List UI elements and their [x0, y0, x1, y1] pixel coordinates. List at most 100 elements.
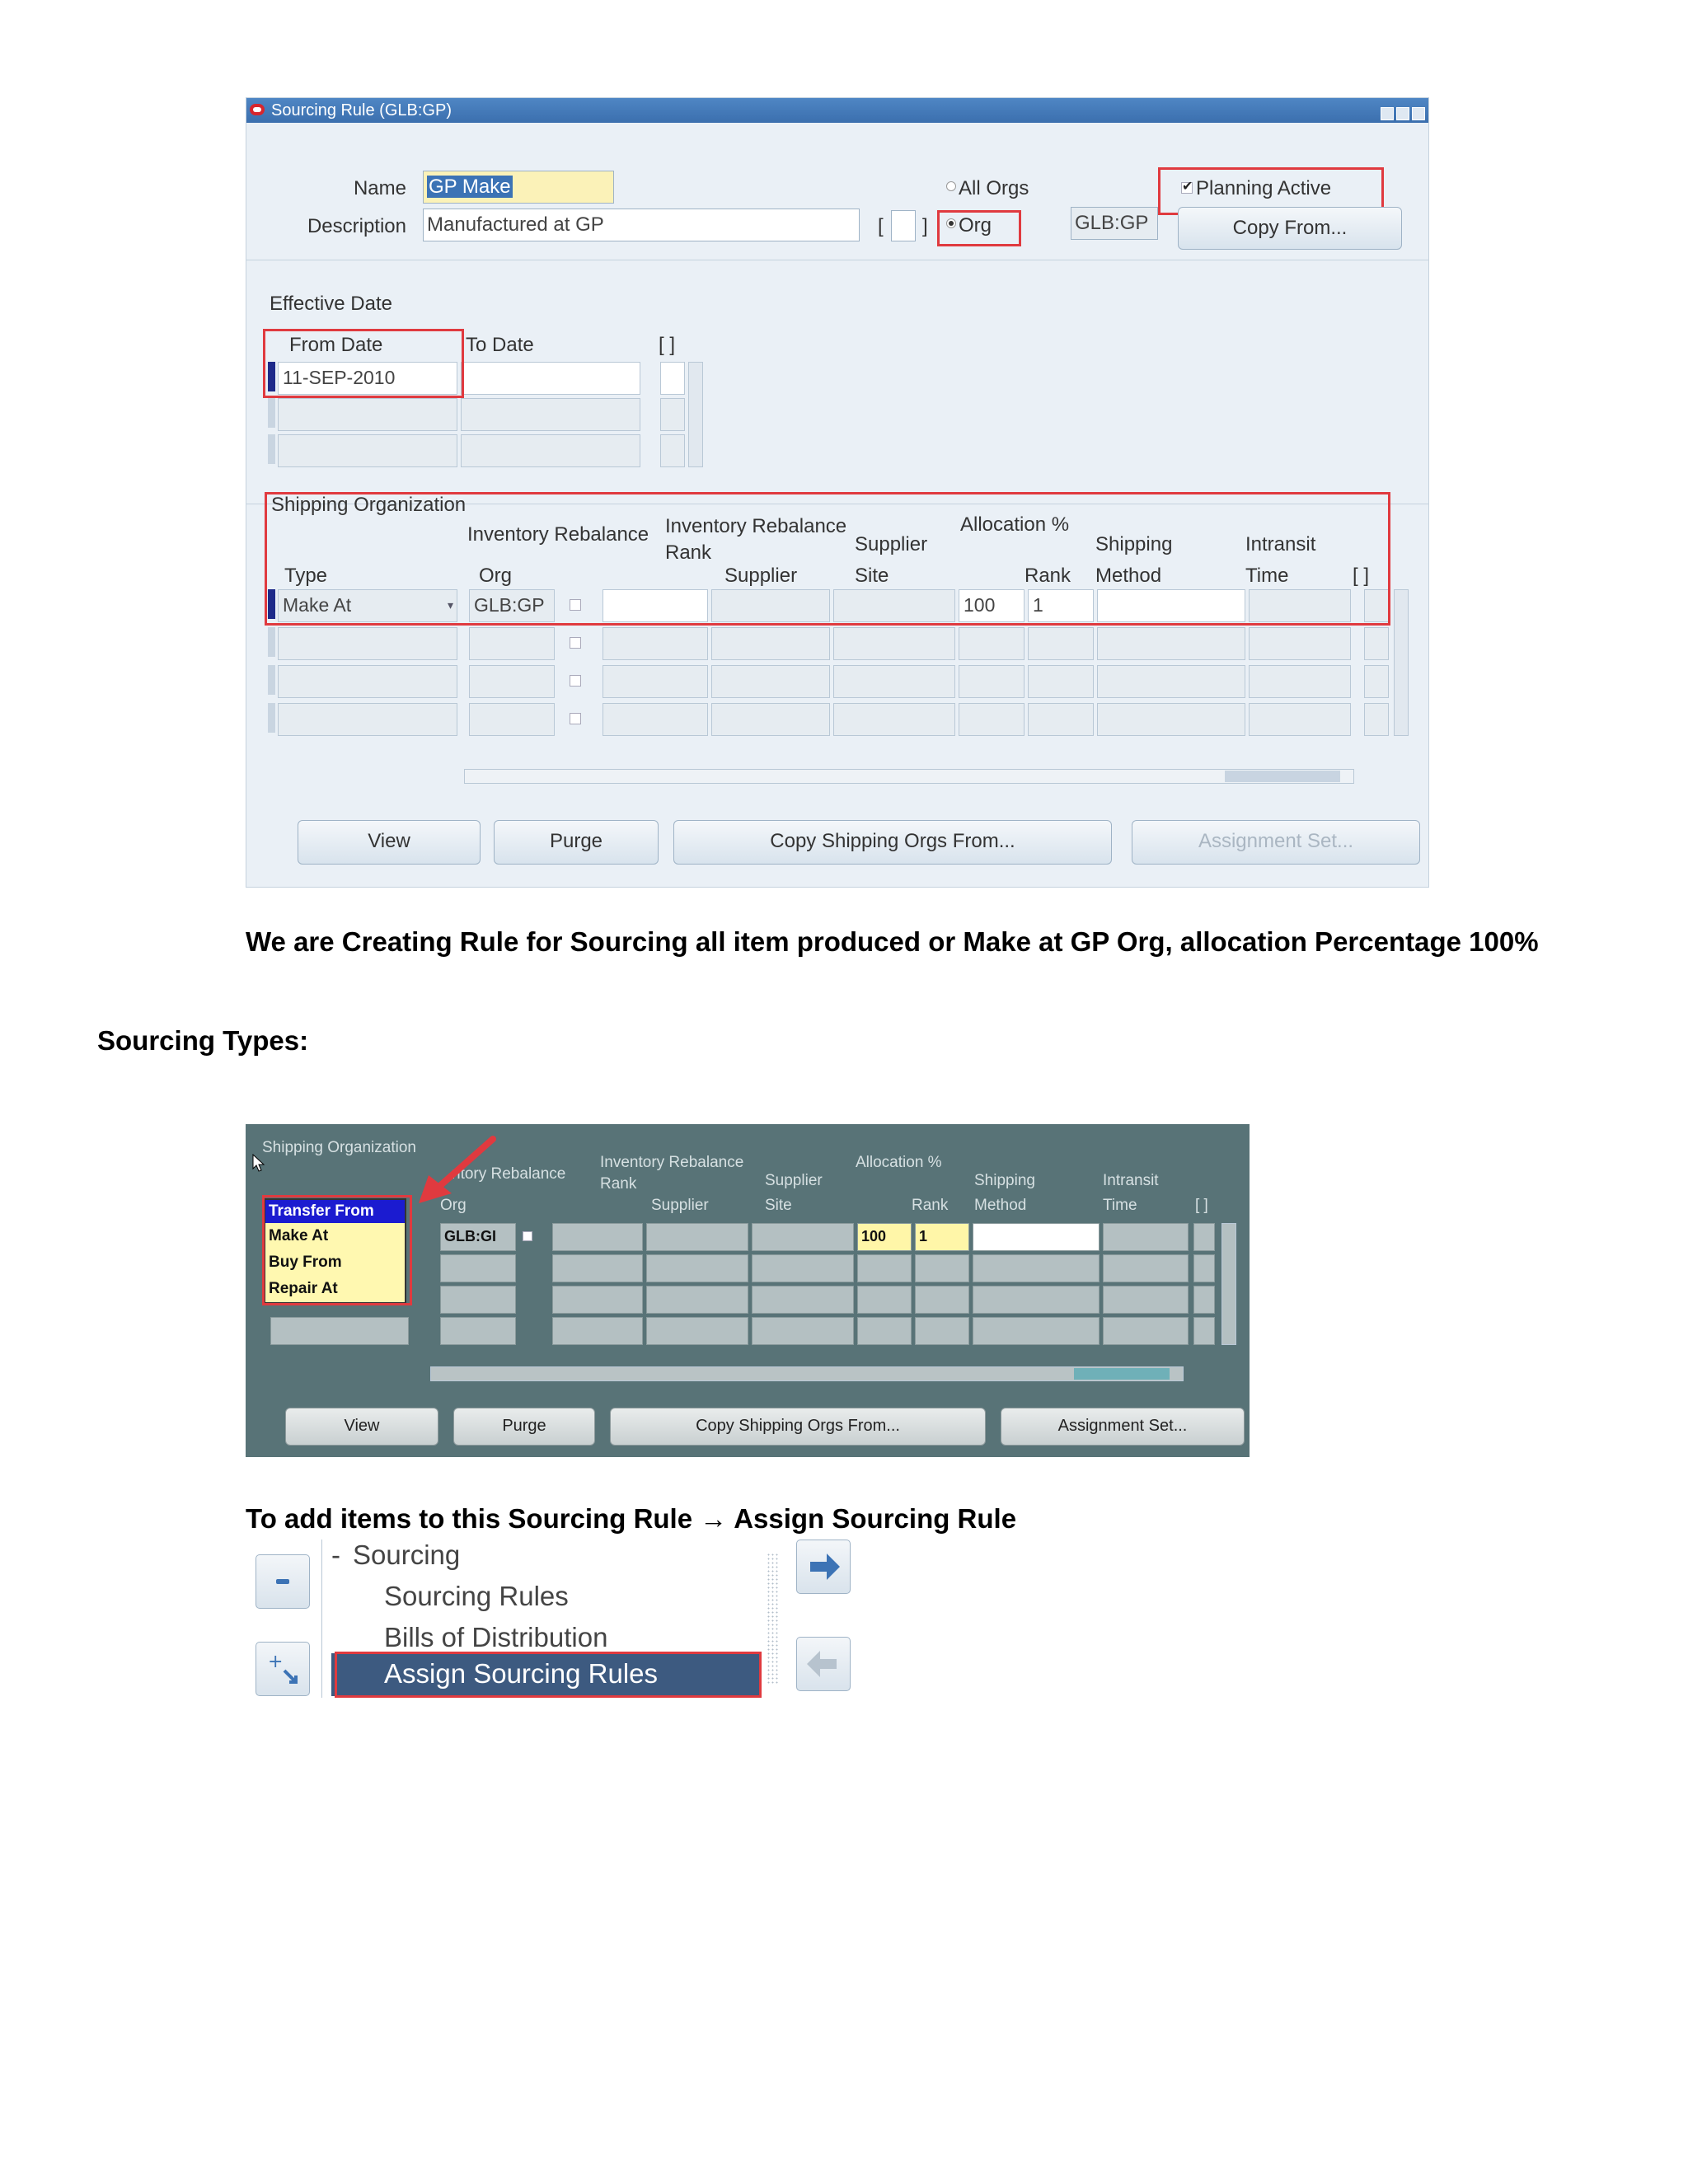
purge-button[interactable]: Purge: [453, 1408, 595, 1446]
open-button[interactable]: [796, 1540, 851, 1594]
inventory-rebalance-checkbox[interactable]: [570, 637, 581, 649]
date-flex-field[interactable]: [660, 362, 685, 395]
collapse-button[interactable]: [256, 1554, 310, 1609]
org-cell[interactable]: [440, 1317, 516, 1345]
flex-cell[interactable]: [1364, 703, 1389, 736]
flex-cell[interactable]: [1193, 1317, 1215, 1345]
rebalance-rank-cell[interactable]: [603, 627, 708, 660]
date-flex-field[interactable]: [660, 398, 685, 431]
rebalance-rank-cell[interactable]: [552, 1317, 643, 1345]
supplier-site-cell[interactable]: [833, 665, 955, 698]
shipping-method-cell[interactable]: [1097, 665, 1245, 698]
to-date-field[interactable]: [461, 362, 640, 395]
supplier-cell[interactable]: [646, 1223, 748, 1251]
description-field[interactable]: Manufactured at GP: [423, 209, 860, 241]
supplier-cell[interactable]: [711, 665, 830, 698]
org-cell[interactable]: [440, 1286, 516, 1314]
type-select[interactable]: [278, 665, 457, 698]
intransit-cell[interactable]: [1103, 1254, 1189, 1282]
shipping-method-cell[interactable]: [973, 1317, 1100, 1345]
inventory-rebalance-checkbox[interactable]: [570, 675, 581, 687]
nav-item-bills-of-distribution[interactable]: Bills of Distribution: [384, 1622, 607, 1653]
nav-item-sourcing[interactable]: Sourcing: [353, 1540, 460, 1571]
from-date-field[interactable]: [278, 434, 457, 467]
rank-cell[interactable]: [915, 1254, 969, 1282]
nav-item-sourcing-rules[interactable]: Sourcing Rules: [384, 1581, 569, 1612]
assignment-set-button[interactable]: Assignment Set...: [1001, 1408, 1245, 1446]
shipping-vertical-scrollbar[interactable]: [1394, 589, 1409, 736]
name-field[interactable]: GP Make: [423, 171, 614, 204]
rebalance-rank-cell[interactable]: [552, 1223, 643, 1251]
rank-cell[interactable]: [1028, 665, 1094, 698]
rank-cell[interactable]: [915, 1317, 969, 1345]
flex-cell[interactable]: [1193, 1286, 1215, 1314]
supplier-site-cell[interactable]: [752, 1317, 854, 1345]
allocation-cell[interactable]: 100: [857, 1223, 912, 1251]
inventory-rebalance-checkbox[interactable]: [523, 1231, 532, 1241]
expand-all-button[interactable]: +: [256, 1642, 310, 1696]
org-cell[interactable]: [440, 1254, 516, 1282]
rank-cell[interactable]: 1: [915, 1223, 969, 1251]
copy-shipping-orgs-button[interactable]: Copy Shipping Orgs From...: [610, 1408, 986, 1446]
supplier-site-cell[interactable]: [752, 1254, 854, 1282]
flex-field[interactable]: [891, 210, 916, 241]
rank-cell[interactable]: [1028, 703, 1094, 736]
allocation-cell[interactable]: [857, 1286, 912, 1314]
vertical-scrollbar[interactable]: [1221, 1223, 1236, 1345]
date-vertical-scrollbar[interactable]: [688, 362, 703, 467]
intransit-cell[interactable]: [1249, 703, 1351, 736]
rebalance-rank-cell[interactable]: [603, 703, 708, 736]
shipping-horizontal-scrollbar[interactable]: [464, 769, 1354, 784]
shipping-method-cell[interactable]: [1097, 627, 1245, 660]
intransit-cell[interactable]: [1103, 1223, 1189, 1251]
flex-cell[interactable]: [1364, 665, 1389, 698]
inventory-rebalance-checkbox[interactable]: [570, 713, 581, 724]
supplier-site-cell[interactable]: [752, 1223, 854, 1251]
from-date-field[interactable]: [278, 398, 457, 431]
supplier-site-cell[interactable]: [833, 627, 955, 660]
flex-cell[interactable]: [1364, 627, 1389, 660]
splitter-handle[interactable]: [767, 1553, 780, 1685]
org-cell[interactable]: [469, 665, 555, 698]
rank-cell[interactable]: [1028, 627, 1094, 660]
type-select[interactable]: [278, 703, 457, 736]
allocation-cell[interactable]: [959, 703, 1025, 736]
supplier-site-cell[interactable]: [752, 1286, 854, 1314]
shipping-method-cell[interactable]: [973, 1286, 1100, 1314]
allocation-cell[interactable]: [959, 665, 1025, 698]
allocation-cell[interactable]: [857, 1317, 912, 1345]
view-button[interactable]: View: [298, 820, 481, 865]
supplier-cell[interactable]: [646, 1317, 748, 1345]
allocation-cell[interactable]: [857, 1254, 912, 1282]
intransit-cell[interactable]: [1103, 1286, 1189, 1314]
purge-button[interactable]: Purge: [494, 820, 659, 865]
org-cell[interactable]: GLB:GI: [440, 1223, 516, 1251]
supplier-cell[interactable]: [646, 1286, 748, 1314]
date-flex-field[interactable]: [660, 434, 685, 467]
allocation-cell[interactable]: [959, 627, 1025, 660]
scroll-thumb[interactable]: [1074, 1368, 1170, 1380]
back-button[interactable]: [796, 1637, 851, 1691]
horizontal-scrollbar[interactable]: [430, 1366, 1184, 1381]
maximize-icon[interactable]: [1396, 107, 1409, 120]
assignment-set-button[interactable]: Assignment Set...: [1132, 820, 1420, 865]
flex-cell[interactable]: [1193, 1254, 1215, 1282]
rebalance-rank-cell[interactable]: [552, 1286, 643, 1314]
view-button[interactable]: View: [285, 1408, 438, 1446]
rebalance-rank-cell[interactable]: [603, 665, 708, 698]
scroll-thumb[interactable]: [1225, 771, 1340, 782]
supplier-cell[interactable]: [711, 627, 830, 660]
minimize-icon[interactable]: [1381, 107, 1394, 120]
intransit-cell[interactable]: [1103, 1317, 1189, 1345]
supplier-cell[interactable]: [711, 703, 830, 736]
copy-shipping-orgs-button[interactable]: Copy Shipping Orgs From...: [673, 820, 1112, 865]
supplier-cell[interactable]: [646, 1254, 748, 1282]
copy-from-button[interactable]: Copy From...: [1178, 207, 1402, 250]
flex-cell[interactable]: [1193, 1223, 1215, 1251]
rebalance-rank-cell[interactable]: [552, 1254, 643, 1282]
to-date-field[interactable]: [461, 434, 640, 467]
all-orgs-radio[interactable]: [946, 181, 956, 191]
org-cell[interactable]: [469, 703, 555, 736]
shipping-method-cell[interactable]: [973, 1254, 1100, 1282]
supplier-site-cell[interactable]: [833, 703, 955, 736]
